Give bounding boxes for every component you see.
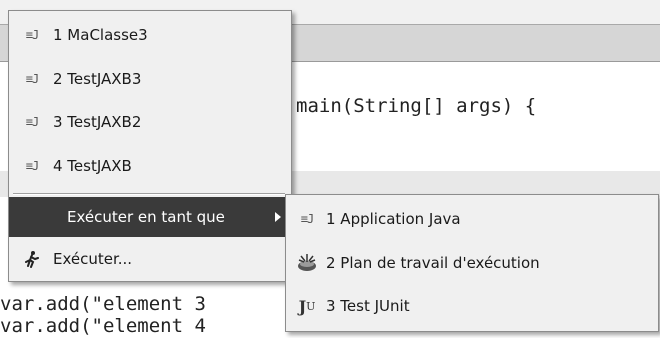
code-line: main(String[] args) { — [296, 95, 537, 117]
submenu-item-workbench[interactable]: 2 Plan de travail d'exécution — [286, 243, 656, 283]
code-line: var.add("element 4 — [0, 315, 206, 337]
menu-separator — [13, 193, 285, 195]
java-class-icon: ≡J — [25, 72, 39, 86]
java-class-icon: ≡J — [25, 115, 39, 129]
java-class-icon: ≡J — [25, 28, 39, 42]
menu-item-label: 4 TestJAXB — [53, 157, 132, 175]
submenu-item-label: 1 Application Java — [326, 210, 461, 228]
submenu-arrow-icon — [275, 212, 281, 222]
junit-icon: JU — [298, 296, 316, 316]
java-class-icon: ≡J — [25, 159, 39, 173]
run-figure-icon — [23, 250, 41, 268]
menu-item-testjaxb[interactable]: ≡J 4 TestJAXB — [9, 146, 289, 186]
menu-item-label: Exécuter... — [53, 250, 133, 268]
menu-item-label: 3 TestJAXB2 — [53, 113, 142, 131]
menu-item-run-as[interactable]: Exécuter en tant que — [9, 197, 289, 237]
menu-item-label: Exécuter en tant que — [67, 208, 225, 226]
submenu-item-java-application[interactable]: ≡J 1 Application Java — [286, 199, 656, 239]
submenu-item-junit[interactable]: JU 3 Test JUnit — [286, 286, 656, 326]
menu-item-label: 1 MaClasse3 — [53, 26, 148, 44]
submenu-item-label: 2 Plan de travail d'exécution — [326, 254, 540, 272]
menu-item-testjaxb2[interactable]: ≡J 3 TestJAXB2 — [9, 102, 289, 142]
menu-item-run[interactable]: Exécuter... — [9, 239, 289, 279]
workbench-icon — [296, 252, 318, 274]
menu-item-testjaxb3[interactable]: ≡J 2 TestJAXB3 — [9, 59, 289, 99]
submenu-item-label: 3 Test JUnit — [326, 297, 410, 315]
code-line: var.add("element 3 — [0, 293, 206, 315]
menu-item-label: 2 TestJAXB3 — [53, 70, 142, 88]
java-class-icon: ≡J — [300, 212, 314, 226]
run-history-menu: ≡J 1 MaClasse3 ≡J 2 TestJAXB3 ≡J 3 TestJ… — [8, 10, 292, 282]
menu-item-maclasse3[interactable]: ≡J 1 MaClasse3 — [9, 15, 289, 55]
run-as-submenu: ≡J 1 Application Java 2 Plan de travail … — [285, 194, 659, 332]
